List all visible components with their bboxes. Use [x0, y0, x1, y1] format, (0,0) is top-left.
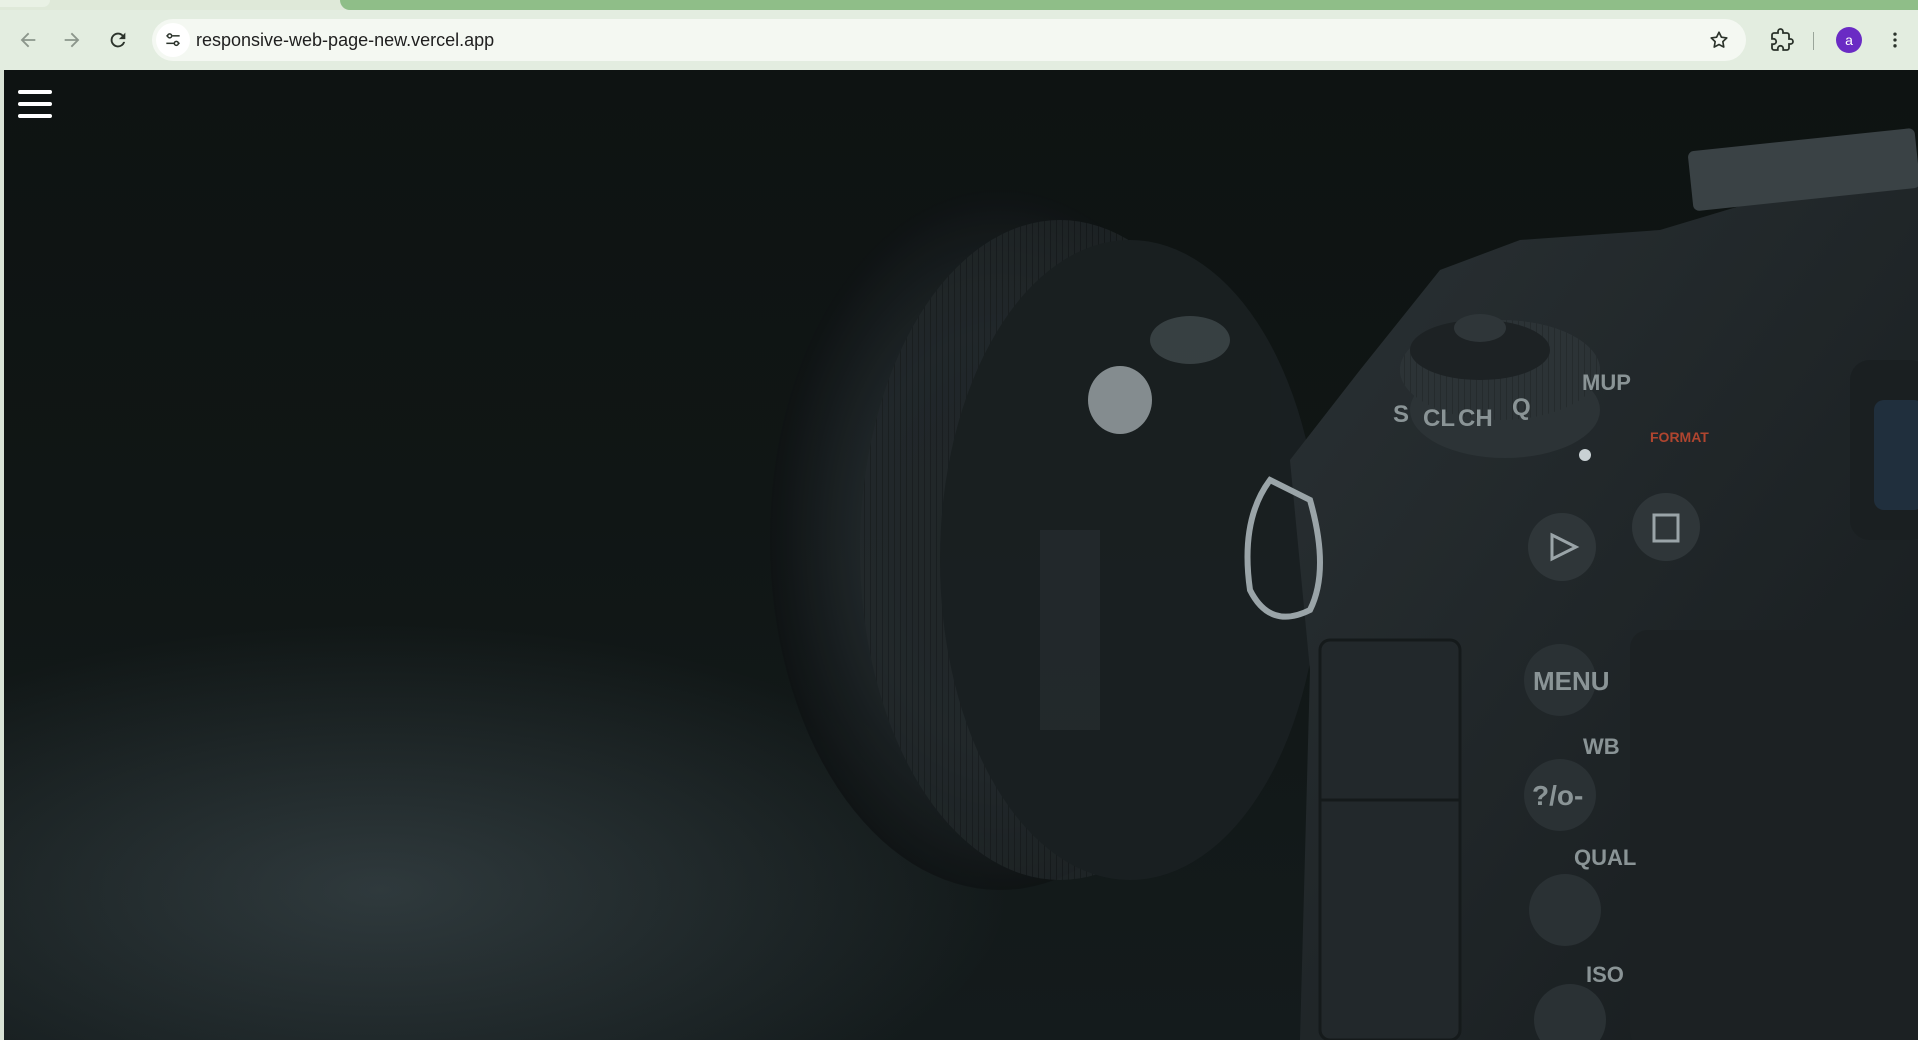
hamburger-menu-icon[interactable] [18, 90, 56, 122]
star-icon [1710, 31, 1728, 48]
camera-label-menu: MENU [1533, 666, 1610, 696]
camera-body [1244, 128, 1918, 1040]
camera-label-format: FORMAT [1650, 429, 1709, 445]
browser-window: responsive-web-page-new.vercel.app a MEN… [0, 0, 1918, 1040]
bookmark-button[interactable] [1706, 27, 1732, 53]
page-viewport: MENU WB ?/o- QUAL ISO FORMAT S CL CH Q M… [0, 70, 1918, 1040]
arrow-left-icon [20, 32, 36, 48]
toolbar-divider [1813, 32, 1814, 50]
reload-icon [110, 32, 126, 48]
forward-button[interactable] [56, 24, 88, 56]
hamburger-line [18, 90, 52, 94]
camera-label-iso: ISO [1586, 962, 1624, 987]
address-bar[interactable]: responsive-web-page-new.vercel.app [152, 19, 1746, 61]
url-text[interactable]: responsive-web-page-new.vercel.app [196, 30, 494, 51]
arrow-right-icon [64, 32, 80, 48]
camera-label-protect: ?/o- [1532, 780, 1583, 811]
camera-label-s: S [1393, 401, 1409, 428]
puzzle-icon [1771, 28, 1794, 51]
camera-label-cl: CL [1423, 405, 1455, 432]
camera-label-ch: CH [1458, 405, 1493, 432]
camera-label-qual: QUAL [1574, 845, 1636, 870]
site-info-button[interactable] [156, 23, 190, 57]
extensions-button[interactable] [1766, 24, 1798, 56]
page-left-edge [0, 70, 4, 1040]
reload-button[interactable] [102, 24, 134, 56]
tab-group-highlight [340, 0, 1918, 10]
camera-label-mup: MUP [1582, 370, 1631, 395]
back-button[interactable] [12, 24, 44, 56]
browser-toolbar: responsive-web-page-new.vercel.app a [0, 10, 1918, 71]
hero-camera-image: MENU WB ?/o- QUAL ISO FORMAT S CL CH Q M… [770, 128, 1918, 1040]
active-tab[interactable] [0, 0, 50, 7]
tune-icon [166, 33, 180, 47]
camera-label-q: Q [1512, 394, 1531, 421]
hamburger-line [18, 114, 52, 118]
profile-avatar[interactable]: a [1836, 27, 1862, 53]
hamburger-line [18, 102, 52, 106]
camera-label-wb: WB [1583, 734, 1620, 759]
lens-barrel [770, 190, 1320, 890]
browser-menu-button[interactable] [1880, 24, 1910, 56]
kebab-menu-icon [1893, 32, 1897, 48]
